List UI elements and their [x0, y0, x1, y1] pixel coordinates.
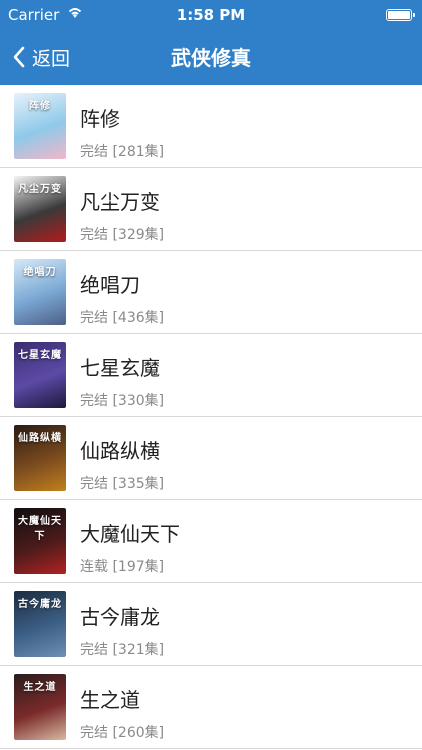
book-cover-text: 绝唱刀 [23, 267, 57, 278]
list-item[interactable]: 古今庸龙 古今庸龙 完结 [321集] [0, 583, 422, 666]
book-status: 完结 [335集] [80, 476, 165, 492]
book-title: 凡尘万变 [80, 190, 160, 214]
page-title: 武侠修真 [171, 46, 251, 70]
status-time: 1:58 PM [176, 6, 246, 24]
list-item[interactable]: 大魔仙天下 大魔仙天下连载 [197集] [0, 500, 422, 583]
book-title: 生之道 [80, 688, 140, 712]
book-cover[interactable]: 古今庸龙 [14, 591, 66, 657]
book-cover-text: 大魔仙天下 [18, 516, 62, 542]
book-title: 绝唱刀 [80, 273, 140, 297]
book-cover-text: 阵修 [29, 101, 51, 112]
book-cover-text: 七星玄魔 [18, 350, 62, 361]
list-item[interactable]: 仙路纵横 仙路纵横 完结 [335集] [0, 417, 422, 500]
app-header: Carrier 1:58 PM 返回 武侠修真 [0, 0, 422, 85]
list-item[interactable]: 七星玄魔 七星玄魔 完结 [330集] [0, 334, 422, 417]
book-status: 完结 [330集] [80, 393, 165, 409]
book-cover[interactable]: 大魔仙天下 [14, 508, 66, 574]
book-status: 完结 [436集] [80, 310, 165, 326]
book-cover-text: 仙路纵横 [18, 433, 62, 444]
battery-icon [386, 9, 415, 21]
status-bar: Carrier 1:58 PM [0, 0, 422, 30]
book-title: 大魔仙天下 [80, 522, 180, 546]
list-item[interactable]: 生之道 生之道 完结 [260集] [0, 666, 422, 749]
book-status: 完结 [281集] [80, 144, 165, 160]
book-status: 完结 [321集] [80, 642, 165, 658]
book-cover[interactable]: 七星玄魔 [14, 342, 66, 408]
book-cover[interactable]: 凡尘万变 [14, 176, 66, 242]
book-title: 古今庸龙 [80, 605, 160, 629]
book-title: 阵修 [80, 107, 120, 131]
navigation-bar: 返回 武侠修真 [0, 30, 422, 85]
book-cover-text: 生之道 [23, 682, 57, 693]
list-item[interactable]: 凡尘万变 凡尘万变 完结 [329集] [0, 168, 422, 251]
book-status: 完结 [329集] [80, 227, 165, 243]
book-cover[interactable]: 仙路纵横 [14, 425, 66, 491]
book-list: 阵修 阵修 完结 [281集] 凡尘万变 凡尘万变 完结 [329集] 绝唱刀 绝唱刀 完结 [… [0, 85, 422, 750]
book-cover[interactable]: 生之道 [14, 674, 66, 740]
book-cover-text: 凡尘万变 [18, 184, 62, 195]
book-status: 连载 [197集] [80, 559, 165, 575]
book-cover[interactable]: 阵修 [14, 93, 66, 159]
book-cover-text: 古今庸龙 [18, 599, 62, 610]
book-cover[interactable]: 绝唱刀 [14, 259, 66, 325]
book-status: 完结 [260集] [80, 725, 165, 741]
list-item[interactable]: 绝唱刀 绝唱刀 完结 [436集] [0, 251, 422, 334]
book-title: 仙路纵横 [80, 439, 160, 463]
list-item[interactable]: 阵修 阵修 完结 [281集] [0, 85, 422, 168]
book-title: 七星玄魔 [80, 356, 160, 380]
